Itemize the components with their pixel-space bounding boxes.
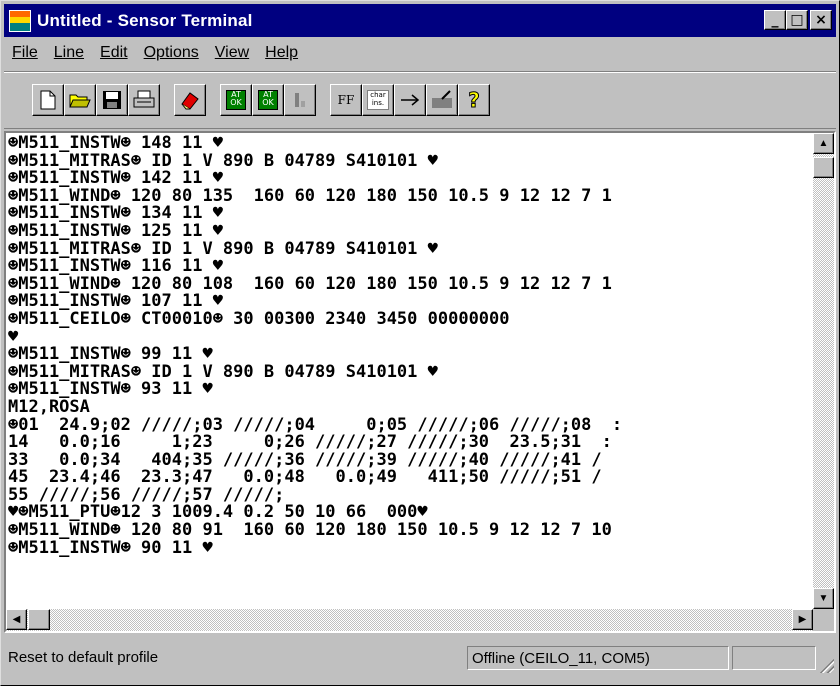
at-ok-icon-text: AT OK — [230, 90, 242, 107]
at-ok-icon: AT OK — [226, 90, 246, 110]
eraser-icon — [181, 92, 199, 110]
send-arrow-button[interactable] — [394, 84, 426, 116]
save-button[interactable] — [96, 84, 128, 116]
svg-text:?: ? — [468, 89, 480, 111]
at-ok-button[interactable]: AT OK — [220, 84, 252, 116]
scroll-down-button[interactable]: ▼ — [813, 588, 834, 609]
at-ok-send-icon: AT OK — [258, 90, 278, 110]
toolbar: AT OK AT OK FF char ins. ? — [4, 71, 836, 129]
menu-bar: File Line Edit Options View Help — [4, 41, 836, 65]
vertical-scroll-thumb[interactable] — [813, 157, 834, 178]
status-message: Reset to default profile — [8, 649, 159, 666]
char-ins-icon: char ins. — [367, 90, 389, 110]
scroll-up-icon: ▲ — [818, 137, 829, 149]
save-icon — [103, 91, 121, 109]
arrow-right-icon — [401, 94, 420, 106]
formfeed-icon: FF — [337, 93, 355, 107]
menu-edit[interactable]: Edit — [92, 44, 136, 62]
transfer-button[interactable] — [426, 84, 458, 116]
status-extra-pane — [732, 646, 816, 670]
formfeed-button[interactable]: FF — [330, 84, 362, 116]
menu-options-label: Options — [143, 44, 199, 61]
help-question-icon: ? — [468, 89, 481, 111]
vertical-scrollbar[interactable]: ▲ ▼ — [813, 133, 834, 609]
scroll-right-icon: ▶ — [798, 613, 807, 625]
print-button[interactable] — [128, 84, 160, 116]
terminal-output[interactable]: ☻M511_INSTW☻ 148 11 ♥ ☻M511_MITRAS☻ ID 1 … — [6, 135, 813, 605]
menu-options[interactable]: Options — [136, 44, 207, 62]
terminal-line: ☻M511_INSTW☻ 93 11 ♥ — [8, 379, 213, 400]
terminal-area[interactable]: ☻M511_INSTW☻ 148 11 ♥ ☻M511_MITRAS☻ ID 1 … — [4, 131, 836, 633]
menu-line-label: Line — [53, 44, 85, 61]
menu-help-label: Help — [265, 44, 299, 61]
menu-line[interactable]: Line — [46, 44, 92, 62]
horizontal-scroll-thumb[interactable] — [28, 609, 50, 630]
scroll-down-icon: ▼ — [818, 592, 829, 604]
scrollbar-corner — [813, 609, 834, 631]
terminal-line: ☻M511_CEILO☻ CT00010☻ 30 00300 2340 3450… — [8, 308, 510, 329]
open-folder-icon — [69, 94, 91, 108]
connection-status: Offline (CEILO_11, COM5) — [467, 646, 729, 670]
char-insert-button[interactable]: char ins. — [362, 84, 394, 116]
print-icon — [133, 90, 155, 108]
transfer-icon — [432, 90, 452, 108]
menu-help[interactable]: Help — [257, 44, 306, 62]
menu-edit-label: Edit — [100, 44, 128, 61]
sensor-terminal-window: Untitled - Sensor Terminal _ □ × File Li… — [0, 0, 840, 686]
help-button[interactable]: ? — [458, 84, 490, 116]
scroll-left-icon: ◀ — [12, 613, 21, 625]
scroll-up-button[interactable]: ▲ — [813, 133, 834, 154]
app-icon[interactable] — [9, 9, 31, 32]
close-button[interactable]: × — [810, 10, 832, 30]
char-ins-icon-text: char ins. — [370, 91, 386, 107]
terminal-line: M12,ROSA — [8, 396, 90, 417]
terminal-line: ☻M511_INSTW☻ 148 11 ♥ — [8, 135, 223, 153]
scroll-right-button[interactable]: ▶ — [792, 609, 813, 630]
disabled-cursor-icon — [295, 93, 305, 107]
menu-file[interactable]: File — [4, 44, 46, 62]
disabled-tool-button[interactable] — [284, 84, 316, 116]
open-button[interactable] — [64, 84, 96, 116]
at-ok-send-button[interactable]: AT OK — [252, 84, 284, 116]
window-controls: _ □ × — [764, 10, 832, 30]
terminal-line: ☻M511_INSTW☻ 125 11 ♥ — [8, 220, 223, 241]
maximize-button[interactable]: □ — [786, 10, 808, 30]
horizontal-scrollbar[interactable]: ◀ ▶ — [6, 609, 813, 631]
minimize-button[interactable]: _ — [764, 10, 786, 30]
new-document-button[interactable] — [32, 84, 64, 116]
resize-grip-icon[interactable] — [818, 657, 834, 673]
title-bar[interactable]: Untitled - Sensor Terminal _ □ × — [4, 4, 836, 37]
status-bar: Reset to default profile Offline (CEILO_… — [4, 641, 836, 681]
menu-view-label: View — [214, 44, 250, 61]
clear-button[interactable] — [174, 84, 206, 116]
new-document-icon — [40, 90, 56, 110]
window-title: Untitled - Sensor Terminal — [37, 10, 253, 30]
at-ok-send-icon-text: AT OK — [262, 90, 274, 107]
terminal-line: ☻M511_INSTW☻ 90 11 ♥ — [8, 537, 213, 558]
scroll-left-button[interactable]: ◀ — [6, 609, 27, 630]
menu-file-label: File — [12, 44, 38, 61]
menu-view[interactable]: View — [207, 44, 257, 62]
